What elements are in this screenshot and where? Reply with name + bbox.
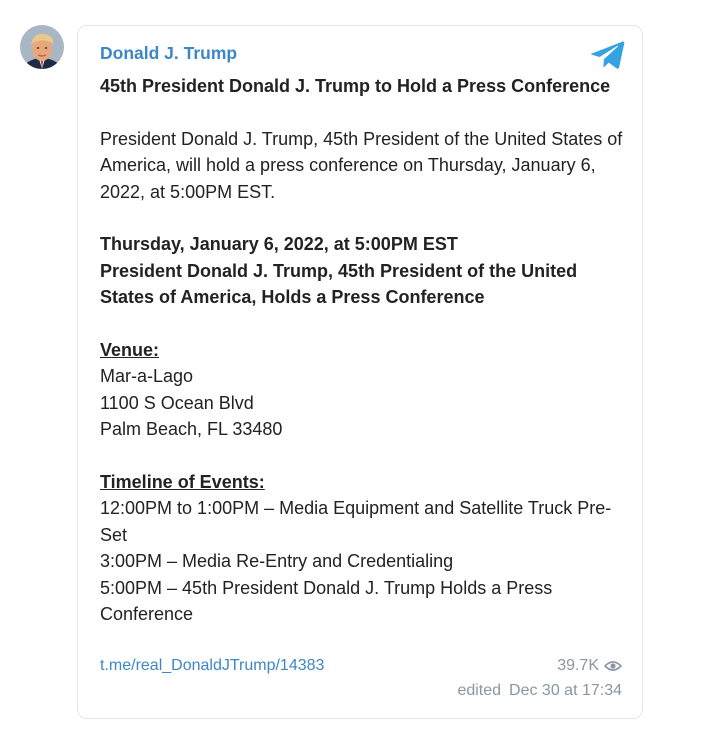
view-count: 39.7K [557, 657, 622, 675]
profile-photo-icon [20, 25, 64, 69]
edited-label: edited [457, 682, 502, 699]
event-date: Thursday, January 6, 2022, at 5:00PM EST [100, 234, 458, 255]
venue-label: Venue: [100, 340, 160, 361]
timeline-item: 5:00PM – 45th President Donald J. Trump … [100, 577, 553, 625]
channel-name[interactable]: Donald J. Trump [100, 43, 237, 64]
post-link[interactable]: t.me/real_DonaldJTrump/14383 [100, 657, 324, 675]
avatar[interactable] [20, 25, 64, 69]
timeline-item: 3:00PM – Media Re-Entry and Credentialin… [100, 551, 454, 572]
timeline-item: 12:00PM to 1:00PM – Media Equipment and … [100, 498, 612, 545]
venue-line: Palm Beach, FL 33480 [100, 419, 283, 440]
venue-line: Mar-a-Lago [100, 366, 194, 387]
message-card: Donald J. Trump 45th President Donald J.… [77, 25, 643, 719]
eye-icon [604, 661, 622, 671]
event-headline: President Donald J. Trump, 45th Presiden… [100, 260, 578, 308]
venue-line: 1100 S Ocean Blvd [100, 392, 254, 413]
timeline-label: Timeline of Events: [100, 472, 265, 493]
telegram-icon[interactable] [591, 40, 625, 70]
post-intro: President Donald J. Trump, 45th Presiden… [100, 128, 623, 202]
post-title: 45th President Donald J. Trump to Hold a… [100, 76, 611, 96]
edited-timestamp: edited Dec 30 at 17:34 [457, 682, 622, 700]
edited-date: Dec 30 at 17:34 [509, 682, 622, 699]
message-body: 45th President Donald J. Trump to Hold a… [100, 73, 635, 627]
view-count-value: 39.7K [557, 657, 599, 674]
